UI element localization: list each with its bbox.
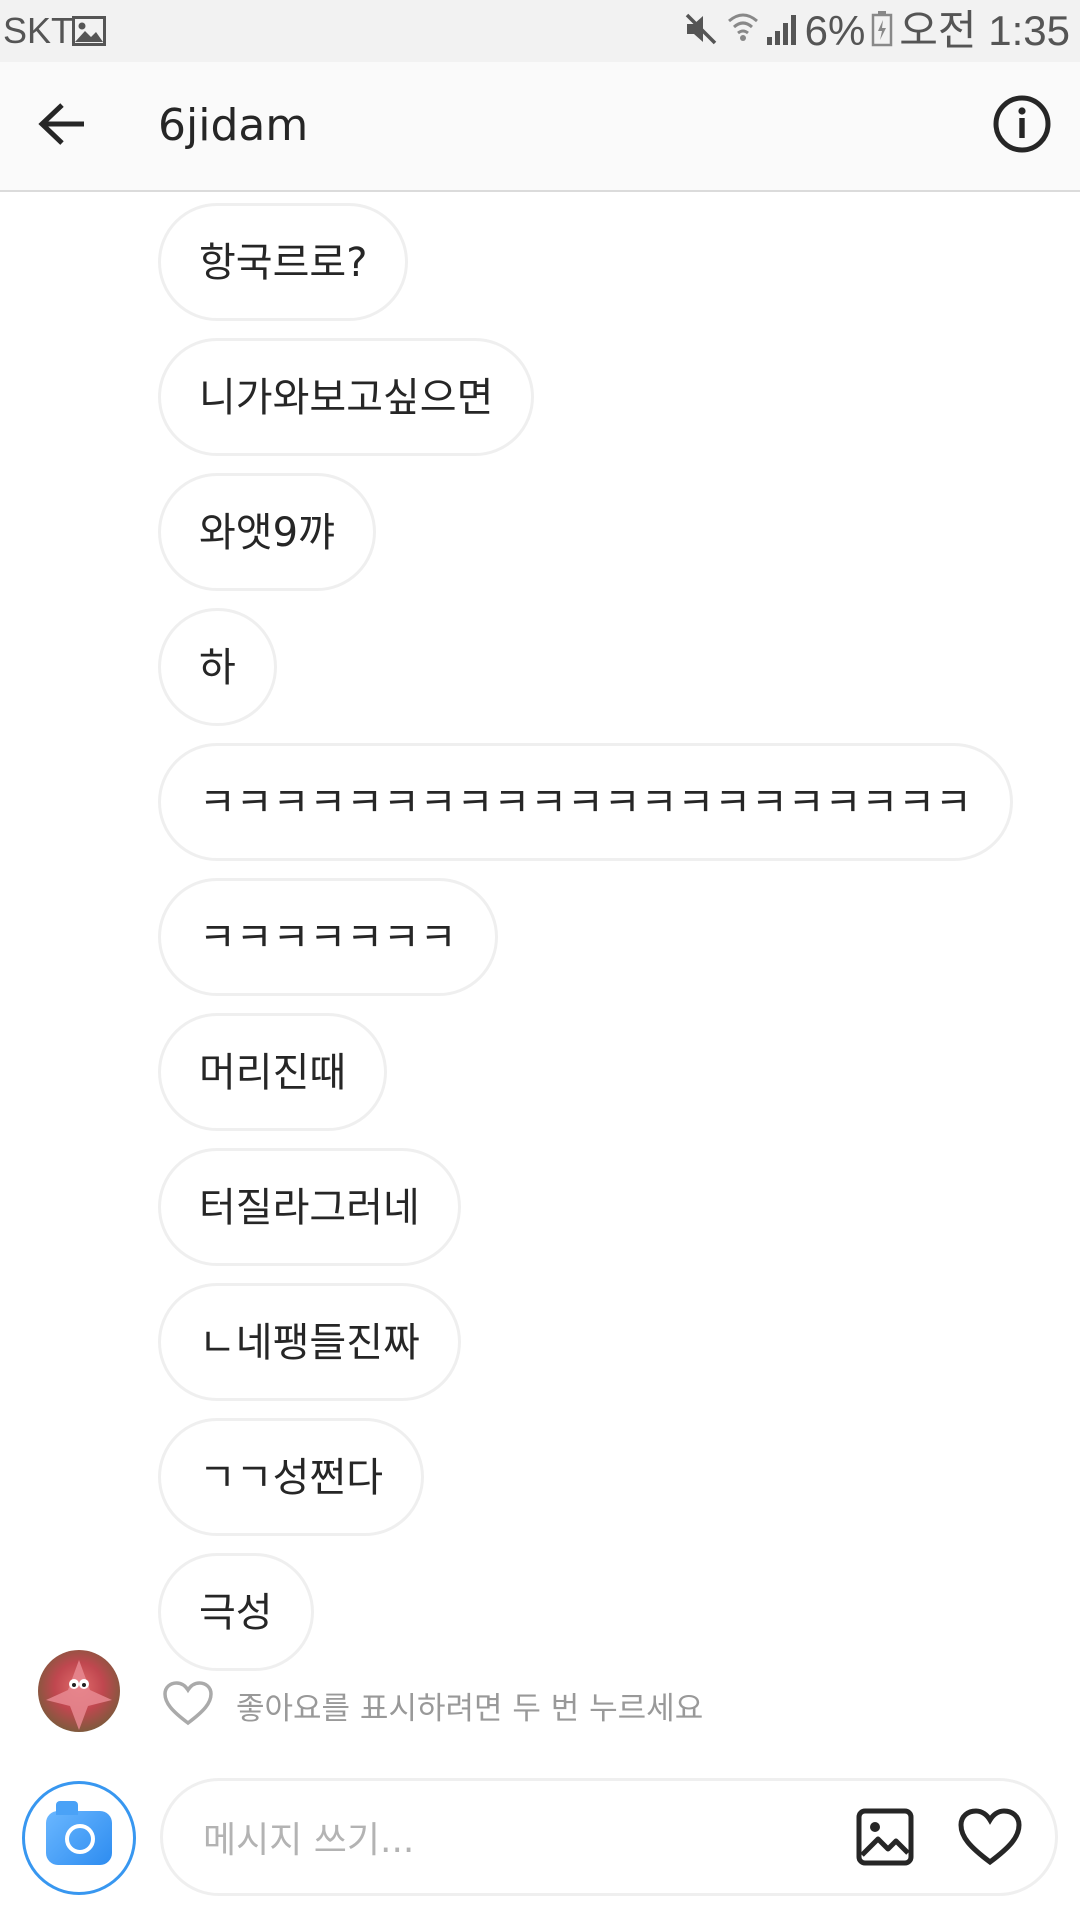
back-button[interactable] — [22, 92, 102, 160]
gallery-icon — [72, 16, 106, 50]
sender-avatar[interactable] — [38, 1650, 120, 1732]
message-bubble[interactable]: ㅋㅋㅋㅋㅋㅋㅋ — [158, 878, 498, 996]
message-bubble[interactable]: 하 — [158, 608, 277, 726]
camera-button[interactable] — [22, 1781, 136, 1895]
like-hint: 좋아요를 표시하려면 두 번 누르세요 — [162, 1680, 703, 1730]
message-bubble[interactable]: ㄱㄱ성쩐다 — [158, 1418, 424, 1536]
message-bubble[interactable]: 머리진때 — [158, 1013, 388, 1131]
like-hint-text: 좋아요를 표시하려면 두 번 누르세요 — [236, 1690, 704, 1727]
message-bubble[interactable]: 니가와보고싶으면 — [158, 338, 535, 456]
message-bubble[interactable]: 항국르로? — [158, 203, 409, 321]
wifi-icon — [727, 9, 759, 53]
message-list: 항국르로? 니가와보고싶으면 와앳9꺄 하 ㅋㅋㅋㅋㅋㅋㅋㅋㅋㅋㅋㅋㅋㅋㅋㅋㅋㅋ… — [158, 203, 1058, 1688]
back-arrow-icon — [38, 102, 86, 150]
status-bar: SKT 6% 오전 1:35 — [0, 0, 1080, 62]
carrier-label: SKT — [3, 10, 74, 51]
message-bubble[interactable]: 극성 — [158, 1553, 314, 1671]
message-composer — [160, 1778, 1058, 1896]
image-icon — [856, 1808, 914, 1870]
conversation-header: 6jidam — [0, 62, 1080, 192]
info-icon — [992, 94, 1052, 158]
conversation-title: 6jidam — [158, 100, 309, 151]
battery-percent: 6% — [804, 7, 866, 54]
heart-button[interactable] — [955, 1807, 1025, 1871]
status-right: 6% 오전 1:35 — [681, 6, 1070, 56]
message-bubble[interactable]: ㄴ네팽들진짜 — [158, 1283, 461, 1401]
message-bubble[interactable]: 와앳9꺄 — [158, 473, 376, 591]
message-bubble[interactable]: 터질라그러네 — [158, 1148, 461, 1266]
heart-icon — [958, 1808, 1022, 1870]
gallery-button[interactable] — [853, 1807, 917, 1871]
heart-outline-icon — [162, 1680, 214, 1730]
signal-icon — [765, 9, 799, 53]
camera-icon — [46, 1801, 112, 1865]
info-button[interactable] — [990, 94, 1054, 158]
message-bubble[interactable]: ㅋㅋㅋㅋㅋㅋㅋㅋㅋㅋㅋㅋㅋㅋㅋㅋㅋㅋㅋㅋㅋ — [158, 743, 1013, 861]
message-input[interactable] — [201, 1809, 805, 1871]
mute-icon — [681, 9, 721, 53]
battery-icon — [871, 9, 893, 53]
clock: 오전 1:35 — [899, 7, 1070, 54]
